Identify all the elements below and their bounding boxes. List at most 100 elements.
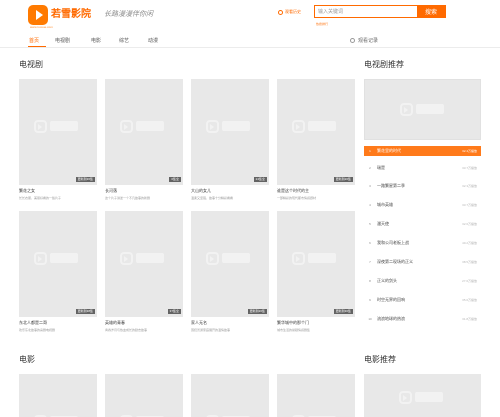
tv-card-desc: 青春岁月与热血成长的励志故事 xyxy=(105,328,148,332)
watch-history-label: 观看记录 xyxy=(358,38,379,44)
tv-card-title[interactable]: 东北人都是二哥 xyxy=(19,320,47,326)
tv-card-title[interactable]: 繁华城中的那个门 xyxy=(277,320,309,326)
rank-meta: 40.2万播放 xyxy=(462,241,477,245)
nav-variety[interactable]: 综艺 xyxy=(119,37,129,44)
hot-search-link[interactable]: 热搜排行 xyxy=(316,22,328,26)
rank-number: 7 xyxy=(369,260,371,264)
nav-tv[interactable]: 电视剧 xyxy=(55,37,70,44)
recommended-poster[interactable] xyxy=(364,79,481,140)
ranking-item[interactable]: 4 城市英雄 33.7万播放 xyxy=(364,199,481,211)
play-logo-icon xyxy=(28,5,48,25)
episode-badge: 0集全 xyxy=(169,177,181,182)
watermark-logo xyxy=(34,117,82,137)
watermark-logo xyxy=(120,249,168,269)
main-navigation: 首页 电视剧 电影 综艺 动漫 观看记录 xyxy=(0,32,500,48)
rank-meta: 35.0万播放 xyxy=(462,298,477,302)
rank-title: 正义的剑头 xyxy=(377,278,397,283)
episode-badge: 更新到30集 xyxy=(333,309,353,314)
search-button[interactable]: 搜索 xyxy=(417,6,445,17)
rank-number: 3 xyxy=(369,184,371,188)
nav-home[interactable]: 首页 xyxy=(29,37,39,44)
watermark-logo xyxy=(292,249,340,269)
movie-card-2[interactable] xyxy=(105,374,183,417)
tv-card-title[interactable]: 家人无名 xyxy=(191,320,207,326)
watch-history-link[interactable]: 观看记录 xyxy=(350,37,378,44)
tv-card-1[interactable]: 更新到36集 xyxy=(19,79,97,185)
tv-card-desc: 温柔又坚强，故事十分精彩看看 xyxy=(191,196,234,200)
tv-card-title[interactable]: 大山的女儿 xyxy=(191,188,211,194)
search-input[interactable] xyxy=(318,7,414,16)
tv-card-desc: 一部精彩的现代都市情感题材 xyxy=(277,196,317,200)
rank-number: 2 xyxy=(369,166,371,170)
ranking-item[interactable]: 5 潘天使 32.6万播放 xyxy=(364,218,481,230)
rank-title: 时空无界的回响 xyxy=(377,297,405,302)
ranking-item[interactable]: 9 时空无界的回响 35.0万播放 xyxy=(364,294,481,306)
tv-card-title[interactable]: 英雄的青春 xyxy=(105,320,125,326)
rank-meta: 32.6万播放 xyxy=(462,222,477,226)
episode-badge: 37集全 xyxy=(167,309,181,314)
rank-title: 深夜第二现场的正义 xyxy=(377,259,413,264)
ranking-item[interactable]: 3 一路繁星第二季 32.3万播放 xyxy=(364,180,481,192)
tv-card-8[interactable]: 更新到30集 xyxy=(277,211,355,317)
logo-text: 若雪影院 xyxy=(51,9,91,20)
tv-card-3[interactable]: 24集全 xyxy=(191,79,269,185)
rank-title: 瑞是 xyxy=(377,165,385,170)
site-logo[interactable]: 若雪影院 xyxy=(28,5,92,25)
nav-anime[interactable]: 动漫 xyxy=(148,37,158,44)
nav-movie[interactable]: 电影 xyxy=(91,37,101,44)
history-clock-icon xyxy=(350,38,355,43)
search-form: 搜索 xyxy=(314,5,446,18)
tv-card-desc: 围绕普通家庭展开的温情故事 xyxy=(191,328,231,332)
watermark-logo xyxy=(120,117,168,137)
tv-section-title: 电视剧 xyxy=(19,60,43,69)
ranking-item[interactable]: 2 瑞是 33.7万播放 xyxy=(364,162,481,174)
rank-number: 8 xyxy=(369,279,371,283)
tv-card-4[interactable]: 更新到20集 xyxy=(277,79,355,185)
rank-meta: 27.6万播放 xyxy=(462,279,477,283)
rank-title: 繁花里的时代 xyxy=(377,148,401,153)
episode-badge: 更新到20集 xyxy=(333,177,353,182)
active-nav-indicator xyxy=(28,46,46,47)
tv-card-title[interactable]: 谁是这个时代的主 xyxy=(277,188,309,194)
history-label: 观看历史 xyxy=(285,9,301,14)
watermark-logo xyxy=(120,412,168,417)
movie-recommended-poster[interactable] xyxy=(364,374,481,417)
rank-number: 6 xyxy=(369,241,371,245)
ranking-item-selected[interactable]: 1 繁花里的时代 32.4万播放 xyxy=(364,146,481,156)
ranking-item[interactable]: 8 正义的剑头 27.6万播放 xyxy=(364,275,481,287)
movie-card-1[interactable] xyxy=(19,374,97,417)
movie-recommend-title: 电影推荐 xyxy=(364,355,396,364)
tv-card-2[interactable]: 0集全 xyxy=(105,79,183,185)
ranking-item[interactable]: 6 我和公司老板上战 40.2万播放 xyxy=(364,237,481,249)
rank-title: 流浪地球的热浪 xyxy=(377,316,405,321)
movie-card-4[interactable] xyxy=(277,374,355,417)
history-link[interactable]: 观看历史 xyxy=(278,9,301,15)
movie-card-3[interactable] xyxy=(191,374,269,417)
watermark-logo xyxy=(206,249,254,269)
ranking-item[interactable]: 7 深夜第二现场的正义 38.5万播放 xyxy=(364,256,481,268)
rank-meta: 33.7万播放 xyxy=(462,203,477,207)
watermark-logo xyxy=(292,117,340,137)
tv-card-desc: 欢乐东北故事的喜剧电视剧 xyxy=(19,328,56,332)
rank-number: 5 xyxy=(369,222,371,226)
rank-meta: 32.4万播放 xyxy=(462,149,477,153)
watermark-logo xyxy=(399,388,447,408)
rank-number: 1 xyxy=(369,149,371,153)
tv-card-title[interactable]: 长河落 xyxy=(105,188,117,194)
tv-card-desc: 这个片子讲述一个不凡故事的新剧 xyxy=(105,196,151,200)
tv-card-7[interactable]: 更新到20集 xyxy=(191,211,269,317)
watermark-logo xyxy=(292,412,340,417)
rank-meta: 31.8万播放 xyxy=(462,317,477,321)
tv-card-title[interactable]: 繁花之女 xyxy=(19,188,35,194)
tv-card-5[interactable]: 更新到38集 xyxy=(19,211,97,317)
watermark-logo xyxy=(34,249,82,269)
tv-card-desc: 长长衣服，美丽好看的一些片子 xyxy=(19,196,62,200)
movie-section-title: 电影 xyxy=(19,355,35,364)
watermark-logo xyxy=(206,412,254,417)
tv-card-6[interactable]: 37集全 xyxy=(105,211,183,317)
ranking-item[interactable]: 10 流浪地球的热浪 31.8万播放 xyxy=(364,313,481,325)
rank-title: 我和公司老板上战 xyxy=(377,240,409,245)
rank-meta: 33.7万播放 xyxy=(462,166,477,170)
site-header: 若雪影院 www.ruoxue.com 长路漫漫伴你闲 观看历史 搜索 热搜排行 xyxy=(0,0,500,32)
watermark-logo xyxy=(206,117,254,137)
